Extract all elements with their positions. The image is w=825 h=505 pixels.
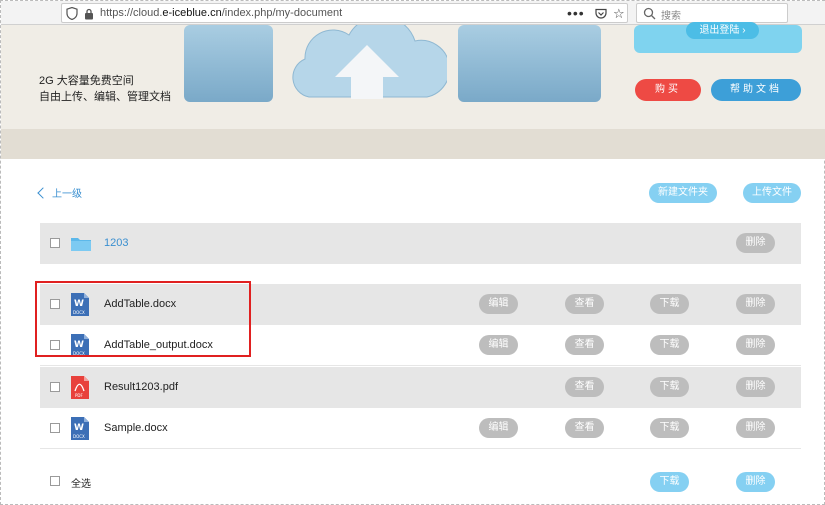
file-row[interactable]: W DOCX Sample.docx 编辑 查看 下载 删除 [40,408,801,449]
folder-icon [71,238,91,251]
upload-file-button[interactable]: 上传文件 [743,183,801,203]
tagline-line-2: 自由上传、编辑、管理文档 [39,91,171,103]
file-row[interactable]: PDF Result1203.pdf 查看 下载 删除 [40,367,801,408]
banner-tagline: 2G 大容量免费空间 自由上传、编辑、管理文档 [39,73,171,105]
select-all-label[interactable]: 全选 [71,475,91,490]
address-bar[interactable]: https://cloud.e-iceblue.cn/index.php/my-… [61,3,628,23]
svg-text:DOCX: DOCX [73,434,85,439]
view-button[interactable]: 查看 [565,335,604,355]
url-path: /index.php/my-document [221,7,343,19]
view-button[interactable]: 查看 [565,377,604,397]
view-button[interactable]: 查看 [565,294,604,314]
upload-cloud-icon [292,25,447,99]
file-checkbox[interactable] [50,382,60,392]
banner-card-left [184,25,273,102]
delete-button[interactable]: 删除 [736,233,775,253]
download-button[interactable]: 下载 [650,377,689,397]
delete-button[interactable]: 删除 [736,418,775,438]
shield-icon[interactable] [66,7,78,20]
search-placeholder: 搜索 [661,11,681,22]
folder-row[interactable]: 1203 删除 [40,223,801,264]
banner-band [1,129,825,159]
lock-icon[interactable] [84,8,94,20]
view-button[interactable]: 查看 [565,418,604,438]
bulk-delete-button[interactable]: 删除 [736,472,775,492]
download-button[interactable]: 下载 [650,335,689,355]
page-actions-menu-icon[interactable]: ••• [567,5,585,21]
select-all-checkbox[interactable] [50,476,60,486]
folder-checkbox[interactable] [50,238,60,248]
edit-button[interactable]: 编辑 [479,335,518,355]
file-checkbox[interactable] [50,423,60,433]
new-folder-button[interactable]: 新建文件夹 [649,183,717,203]
bookmark-star-icon[interactable]: ☆ [613,6,625,22]
banner-card-right [458,25,601,102]
back-link[interactable]: 上一级 [37,185,82,200]
url-domain: e-iceblue.cn [162,7,222,19]
file-name[interactable]: Sample.docx [104,422,168,434]
download-button[interactable]: 下载 [650,418,689,438]
url-text: https://cloud.e-iceblue.cn/index.php/my-… [100,6,342,21]
delete-button[interactable]: 删除 [736,294,775,314]
file-name[interactable]: Result1203.pdf [104,381,178,393]
svg-text:PDF: PDF [75,393,83,398]
word-doc-icon: WDOCX [71,417,89,440]
edit-button[interactable]: 编辑 [479,294,518,314]
tagline-line-1: 2G 大容量免费空间 [39,75,134,87]
help-docs-button[interactable]: 帮助文档 [711,79,801,101]
pocket-icon[interactable] [595,8,607,20]
delete-button[interactable]: 删除 [736,335,775,355]
bulk-download-button[interactable]: 下载 [650,472,689,492]
logout-button[interactable]: 退出登陆 › [686,22,759,39]
pdf-icon: PDF [71,376,89,399]
edit-button[interactable]: 编辑 [479,418,518,438]
buy-button[interactable]: 购买 [635,79,701,101]
highlight-box [35,281,251,357]
delete-button[interactable]: 删除 [736,377,775,397]
browser-search-input[interactable]: 搜索 [636,3,788,23]
svg-text:W: W [74,423,84,433]
back-label: 上一级 [52,189,82,200]
search-icon [643,7,656,20]
chevron-left-icon [37,187,49,199]
url-prefix: https://cloud. [100,7,163,19]
download-button[interactable]: 下载 [650,294,689,314]
folder-name[interactable]: 1203 [104,237,128,249]
